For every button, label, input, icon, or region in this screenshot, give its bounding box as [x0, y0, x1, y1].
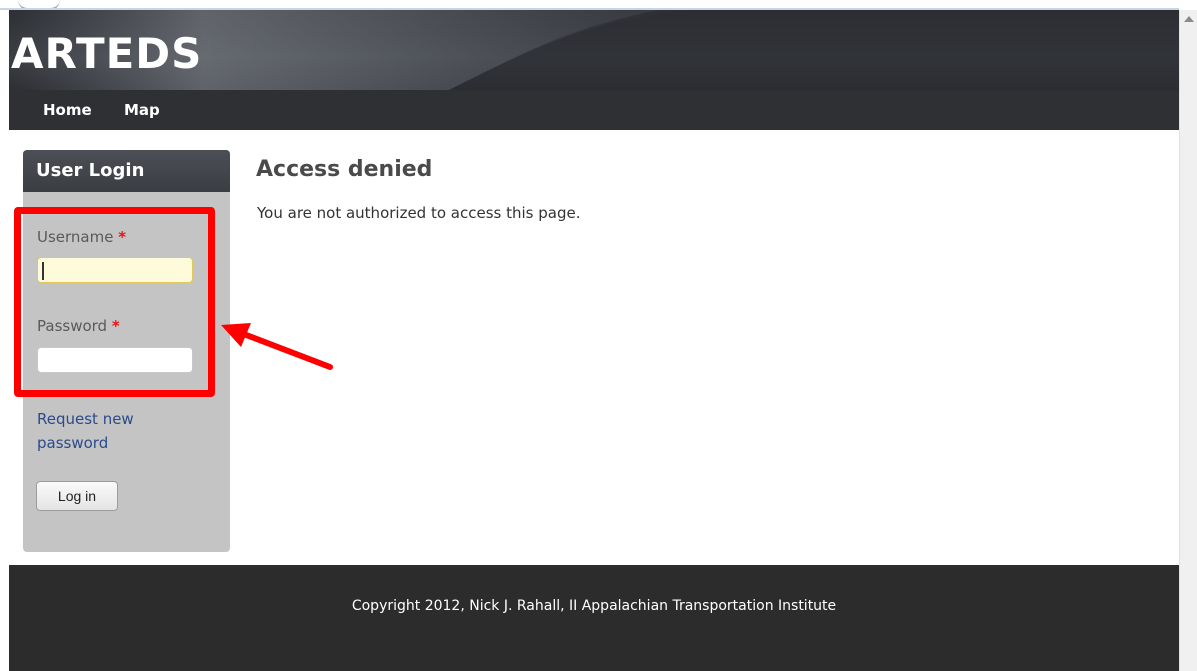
- window-top-edge: [0, 0, 1197, 8]
- main-navigation: Home Map: [9, 90, 1179, 130]
- annotation-highlight-box: [14, 207, 215, 397]
- footer-copyright: Copyright 2012, Nick J. Rahall, II Appal…: [351, 598, 837, 614]
- user-login-title: User Login: [23, 150, 230, 192]
- left-margin: [0, 10, 9, 671]
- site-name[interactable]: ARTEDS: [11, 30, 202, 78]
- nav-home-link[interactable]: Home: [43, 100, 92, 120]
- annotation-arrow-icon: [221, 323, 333, 370]
- vertical-scrollbar[interactable]: [1179, 10, 1197, 671]
- access-denied-message: You are not authorized to access this pa…: [257, 204, 581, 222]
- request-new-password-link[interactable]: Request new password: [37, 407, 187, 455]
- page-title: Access denied: [256, 157, 433, 182]
- nav-map-link[interactable]: Map: [124, 100, 160, 120]
- scroll-up-arrow-icon[interactable]: [1184, 16, 1194, 22]
- site-header: ARTEDS: [9, 10, 1179, 90]
- log-in-button[interactable]: Log in: [36, 481, 118, 511]
- site-footer: Copyright 2012, Nick J. Rahall, II Appal…: [9, 565, 1179, 671]
